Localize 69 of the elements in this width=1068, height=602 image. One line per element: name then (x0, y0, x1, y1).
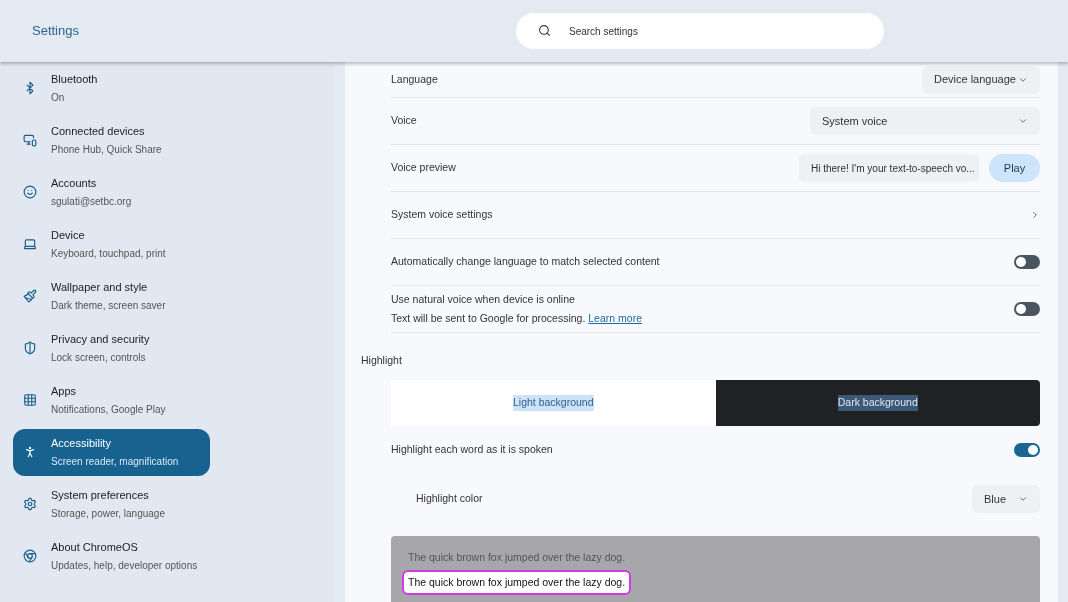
sidebar-item[interactable]: About ChromeOS Updates, help, developer options (13, 532, 210, 580)
sidebar-item[interactable]: Apps Notifications, Google Play (13, 376, 210, 424)
dropdown[interactable]: Blue (972, 485, 1040, 514)
dropdown[interactable]: System voice (810, 107, 1040, 135)
preview-sentence: The quick brown fox jumped over the lazy dog. (408, 549, 626, 565)
sidebar-item[interactable]: Bluetooth On (13, 64, 210, 112)
item-sublabel: Screen reader, magnification (51, 455, 179, 470)
preview-text-field[interactable]: Hi there! I'm your text-to-speech vo... (799, 154, 979, 182)
item-label: Connected devices (51, 123, 146, 139)
toggle-switch[interactable] (1014, 443, 1040, 458)
toggle-switch[interactable] (1014, 255, 1040, 269)
brush-icon (23, 289, 37, 303)
item-sublabel: Keyboard, touchpad, print (51, 247, 166, 262)
item-label: About ChromeOS (51, 539, 139, 555)
item-label: Bluetooth (51, 71, 98, 87)
sidebar-item[interactable]: System preferences Storage, power, language (13, 480, 210, 528)
learn-more-link[interactable]: Learn more (588, 311, 642, 324)
setting-label: Highlight each word as it is spoken (391, 442, 553, 458)
setting-description: Text will be sent to Google for processing. Learn more (391, 310, 642, 326)
setting-label: Language (391, 71, 438, 87)
setting-label: Highlight color (416, 491, 483, 507)
sidebar-item[interactable]: Accessibility Screen reader, magnification (13, 428, 210, 476)
setting-label: Use natural voice when device is online (391, 291, 576, 307)
circle-logo-icon (23, 549, 37, 563)
item-sublabel: Updates, help, developer options (51, 559, 198, 574)
search-icon (538, 24, 551, 37)
chevron-right-icon[interactable] (1030, 210, 1040, 220)
item-sublabel: Dark theme, screen saver (51, 299, 166, 314)
item-label: Privacy and security (51, 331, 150, 347)
preview-sentence: The quick brown fox jumped over the lazy dog. (402, 569, 632, 596)
setting-label: Voice (391, 113, 417, 129)
item-label: Wallpaper and style (51, 279, 149, 295)
setting-label: System voice settings (391, 207, 493, 223)
play-button[interactable]: Play (989, 154, 1040, 182)
setting-label: Automatically change language to match selected content (391, 254, 660, 270)
section-heading: Highlight (360, 353, 403, 368)
item-sublabel: Storage, power, language (51, 507, 165, 522)
light-theme-option[interactable]: Light background (391, 379, 716, 426)
grid-icon (23, 393, 37, 407)
search-field[interactable]: Search settings (516, 13, 884, 49)
setting-label: Voice preview (391, 160, 456, 176)
gear-icon (23, 497, 37, 511)
devices-icon (23, 133, 37, 147)
person-icon (23, 445, 37, 459)
item-sublabel: Phone Hub, Quick Share (51, 143, 162, 158)
sidebar-item[interactable]: Privacy and security Lock screen, controls (13, 324, 210, 372)
dropdown[interactable]: Device language (922, 65, 1040, 94)
theme-label: Dark background (837, 394, 918, 411)
item-label: Apps (51, 383, 78, 399)
item-sublabel: sgulati@setbc.org (51, 195, 132, 210)
sidebar-item[interactable]: Wallpaper and style Dark theme, screen saver (13, 272, 210, 320)
item-label: Accessibility (51, 435, 112, 451)
item-sublabel: On (51, 91, 66, 106)
window-title: Settings (32, 22, 80, 41)
sidebar-item[interactable]: Device Keyboard, touchpad, print (13, 220, 210, 268)
dark-theme-option[interactable]: Dark background (715, 379, 1040, 426)
caret-icon (1018, 116, 1028, 126)
sidebar-item[interactable]: Accounts sgulati@setbc.org (13, 168, 210, 216)
theme-label: Light background (512, 394, 594, 411)
sidebar-item[interactable]: Connected devices Phone Hub, Quick Share (13, 116, 210, 164)
item-sublabel: Notifications, Google Play (51, 403, 166, 418)
face-icon (23, 185, 37, 199)
laptop-icon (23, 237, 37, 251)
item-label: Device (51, 227, 86, 243)
item-label: System preferences (51, 487, 150, 503)
item-sublabel: Lock screen, controls (51, 351, 147, 366)
item-label: Accounts (51, 175, 98, 191)
shield-icon (23, 341, 37, 355)
toggle-switch[interactable] (1014, 302, 1040, 316)
